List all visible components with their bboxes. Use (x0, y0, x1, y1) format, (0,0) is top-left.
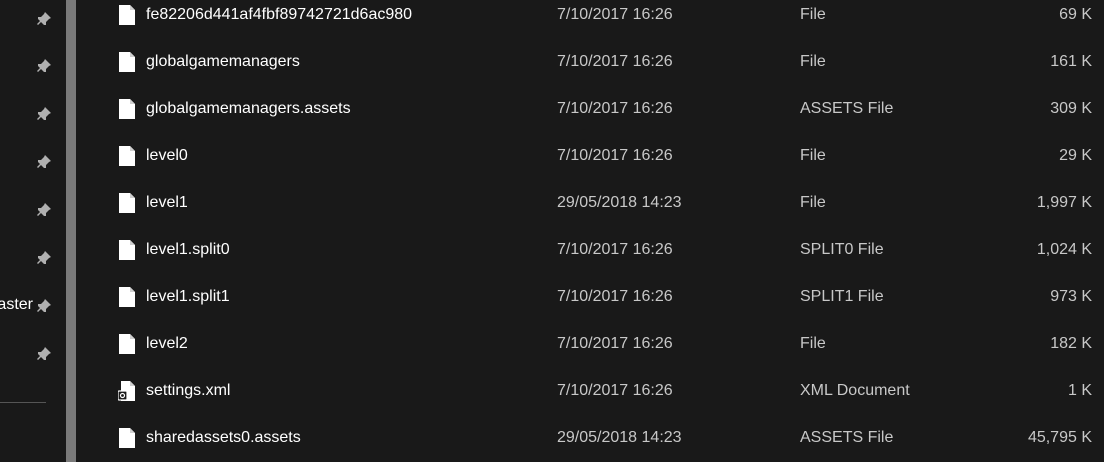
file-name: level2 (146, 335, 188, 352)
file-icon (119, 428, 135, 448)
file-icon (119, 287, 135, 307)
file-icon (119, 52, 135, 72)
file-type: File (800, 194, 826, 211)
file-type: SPLIT1 File (800, 288, 884, 305)
file-row[interactable]: level1 29/05/2018 14:23 File 1,997 K (87, 179, 1104, 226)
file-type: File (800, 335, 826, 352)
pin-icon (37, 59, 51, 72)
file-name: level0 (146, 147, 188, 164)
file-type: ASSETS File (800, 100, 894, 117)
quick-access-item[interactable] (0, 43, 66, 90)
quick-access-item[interactable] (0, 139, 66, 186)
quick-access-item[interactable] (0, 331, 66, 378)
file-date-modified: 7/10/2017 16:26 (557, 53, 673, 70)
file-list: fe82206d441af4fbf89742721d6ac980 7/10/20… (87, 0, 1104, 462)
quick-access-item[interactable]: aster (0, 283, 66, 330)
file-type: XML Document (800, 382, 910, 399)
file-size: 973 K (1050, 288, 1092, 305)
file-type: File (800, 53, 826, 70)
file-type: SPLIT0 File (800, 241, 884, 258)
file-size: 182 K (1050, 335, 1092, 352)
pin-icon (37, 203, 51, 216)
file-icon (119, 240, 135, 260)
pin-icon (37, 107, 51, 120)
file-date-modified: 29/05/2018 14:23 (557, 429, 682, 446)
navigation-pane: aster (0, 0, 66, 462)
quick-access-item[interactable] (0, 91, 66, 138)
file-date-modified: 7/10/2017 16:26 (557, 6, 673, 23)
file-type: ASSETS File (800, 429, 894, 446)
file-date-modified: 7/10/2017 16:26 (557, 100, 673, 117)
file-name: settings.xml (146, 382, 231, 399)
file-icon (119, 99, 135, 119)
quick-access-item[interactable] (0, 0, 66, 43)
file-date-modified: 7/10/2017 16:26 (557, 335, 673, 352)
file-name: level1.split1 (146, 288, 230, 305)
file-row[interactable]: globalgamemanagers.assets 7/10/2017 16:2… (87, 85, 1104, 132)
file-row[interactable]: sharedassets0.assets 29/05/2018 14:23 AS… (87, 414, 1104, 461)
pin-icon (37, 155, 51, 168)
file-name: globalgamemanagers (146, 53, 300, 70)
file-row[interactable]: fe82206d441af4fbf89742721d6ac980 7/10/20… (87, 0, 1104, 38)
file-name: level1 (146, 194, 188, 211)
quick-access-item[interactable] (0, 235, 66, 282)
pin-icon (37, 251, 51, 264)
file-icon (119, 146, 135, 166)
file-date-modified: 29/05/2018 14:23 (557, 194, 682, 211)
file-size: 69 K (1059, 6, 1092, 23)
file-size: 45,795 K (1027, 429, 1092, 446)
file-type: File (800, 6, 826, 23)
file-name: sharedassets0.assets (146, 429, 301, 446)
file-row[interactable]: level1.split0 7/10/2017 16:26 SPLIT0 Fil… (87, 226, 1104, 273)
file-size: 1 K (1067, 382, 1092, 399)
file-size: 29 K (1059, 147, 1092, 164)
file-name: fe82206d441af4fbf89742721d6ac980 (146, 6, 413, 23)
quick-access-label: aster (0, 296, 33, 313)
file-date-modified: 7/10/2017 16:26 (557, 288, 673, 305)
file-row[interactable]: level1.split1 7/10/2017 16:26 SPLIT1 Fil… (87, 273, 1104, 320)
file-explorer-window: aster fe82206d441af4fbf89742721d6ac980 7… (0, 0, 1104, 462)
file-row[interactable]: level0 7/10/2017 16:26 File 29 K (87, 132, 1104, 179)
file-size: 1,997 K (1036, 194, 1092, 211)
pin-icon (37, 299, 51, 312)
file-size: 161 K (1050, 53, 1092, 70)
quick-access-item[interactable] (0, 187, 66, 234)
file-date-modified: 7/10/2017 16:26 (557, 382, 673, 399)
nav-divider (0, 402, 46, 403)
file-row[interactable]: level2 7/10/2017 16:26 File 182 K (87, 320, 1104, 367)
file-name: globalgamemanagers.assets (146, 100, 351, 117)
file-icon (119, 193, 135, 213)
file-row[interactable]: settings.xml 7/10/2017 16:26 XML Documen… (87, 367, 1104, 414)
file-name: level1.split0 (146, 241, 230, 258)
file-date-modified: 7/10/2017 16:26 (557, 147, 673, 164)
file-row[interactable]: globalgamemanagers 7/10/2017 16:26 File … (87, 38, 1104, 85)
nav-scrollbar-thumb[interactable] (66, 0, 76, 462)
file-size: 309 K (1050, 100, 1092, 117)
pin-icon (37, 347, 51, 360)
file-icon (119, 5, 135, 25)
xml-document-icon (118, 381, 135, 401)
pin-icon (37, 12, 51, 25)
file-icon (119, 334, 135, 354)
file-size: 1,024 K (1036, 241, 1092, 258)
file-type: File (800, 147, 826, 164)
file-date-modified: 7/10/2017 16:26 (557, 241, 673, 258)
nav-scrollbar-track (76, 0, 87, 462)
